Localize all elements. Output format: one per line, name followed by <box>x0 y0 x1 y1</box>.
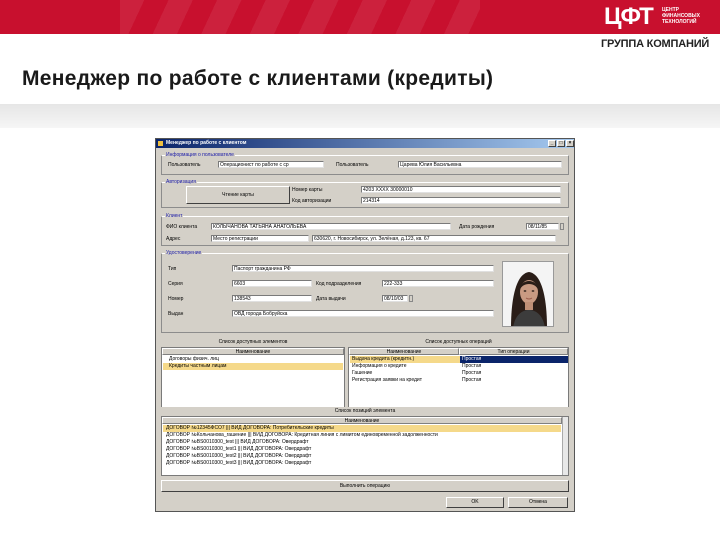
user-info-legend: Информация о пользователе <box>165 152 235 158</box>
close-button[interactable]: × <box>566 140 574 147</box>
accounts-list-caption: Список позиций элемента <box>161 407 569 415</box>
operation-name[interactable]: Информация о кредите <box>350 363 460 370</box>
issued-by-label: Выдан <box>168 311 184 317</box>
doc-type-field[interactable]: Паспорт гражданина РФ <box>232 265 494 272</box>
table-row[interactable]: ДОГОВОР №Кольчанова_гашение ||| ВИД ДОГО… <box>163 432 561 439</box>
operations-list-caption: Список доступных операций <box>348 338 569 346</box>
logo-text: ЦФТ <box>604 3 654 30</box>
series-field[interactable]: 6603 <box>232 280 312 287</box>
read-card-button[interactable]: Чтение карты <box>186 186 290 204</box>
maximize-button[interactable]: □ <box>557 140 565 147</box>
minimize-button[interactable]: _ <box>548 140 556 147</box>
operation-name[interactable]: Гашение <box>350 370 460 377</box>
issue-date-label: Дата выдачи <box>316 296 346 302</box>
execute-operation-button[interactable]: Выполнить операцию <box>161 480 569 492</box>
address-field[interactable]: 630620, г. Новосибирск, ул. Зелёная, д.1… <box>312 235 556 242</box>
table-row[interactable]: ДОГОВОР №BS0010300_test ||| ВИД ДОГОВОРА… <box>163 439 561 446</box>
operation-type[interactable]: Простая <box>460 377 568 384</box>
address-label: Адрес <box>166 236 181 242</box>
issue-date-field[interactable]: 08/10/03 <box>382 295 408 302</box>
client-legend: Клиент <box>165 213 184 219</box>
operation-name-selected[interactable]: Выдача кредита (кредитн.) <box>350 356 460 363</box>
page-title: Менеджер по работе с клиентами (кредиты) <box>22 67 494 90</box>
cft-logo: ЦФТ ЦЕНТР ФИНАНСОВЫХ ТЕХНОЛОГИЙ <box>604 4 714 32</box>
elements-list[interactable]: Наименование Договоры физич. лиц Кредиты… <box>161 347 345 413</box>
elements-list-caption: Список доступных элементов <box>161 338 345 346</box>
operations-name-header[interactable]: Наименование <box>349 348 459 355</box>
doc-type-label: Тип <box>168 266 177 272</box>
table-row-selected[interactable]: ДОГОВОР №12345ФСО7 ||| ВИД ДОГОВОРА: Пот… <box>163 425 561 432</box>
auth-code-field[interactable]: 214314 <box>361 197 561 204</box>
number-label: Номер <box>168 296 184 302</box>
number-field[interactable]: 138543 <box>232 295 312 302</box>
division-code-field[interactable]: 222-333 <box>382 280 494 287</box>
operation-type[interactable]: Простая <box>460 370 568 377</box>
list-item[interactable]: Договоры физич. лиц <box>163 356 343 363</box>
series-label: Серия <box>168 281 183 287</box>
issued-by-field[interactable]: ОВД города Бобруйска <box>232 310 494 317</box>
user-right-label: Пользователь <box>336 162 369 168</box>
logo-small-text: ЦЕНТР ФИНАНСОВЫХ ТЕХНОЛОГИЙ <box>662 7 714 25</box>
ok-button[interactable]: OK <box>446 497 504 508</box>
user-label: Пользователь <box>168 162 201 168</box>
cancel-button[interactable]: Отмена <box>508 497 568 508</box>
user-name-field[interactable]: Царева Юлия Васильевна <box>398 161 562 168</box>
client-manager-window: Менеджер по работе с клиентом _ □ × Инфо… <box>155 138 575 512</box>
fio-field[interactable]: КОЛЫЧАНОВА ТАТЬЯНА АНАТОЛЬЕВА <box>211 223 451 230</box>
operation-type[interactable]: Простая <box>460 363 568 370</box>
accounts-scrollbar[interactable] <box>562 417 568 475</box>
operations-list[interactable]: Наименование Тип операции Выдача кредита… <box>348 347 569 413</box>
user-role-field[interactable]: Операционист по работе с ср <box>218 161 324 168</box>
document-legend: Удостоверение <box>165 250 203 256</box>
app-icon <box>158 141 163 146</box>
title-underline-band <box>0 104 720 128</box>
client-photo <box>502 261 554 327</box>
auth-code-label: Код авторизации <box>292 198 332 204</box>
top-brand-bar: ЦФТ ЦЕНТР ФИНАНСОВЫХ ТЕХНОЛОГИЙ <box>0 0 720 34</box>
birth-date-label: Дата рождения <box>459 224 495 230</box>
table-row[interactable]: ДОГОВОР №BS0010300_test1 ||| ВИД ДОГОВОР… <box>163 446 561 453</box>
operation-type-selected[interactable]: Простая <box>460 356 568 363</box>
operations-type-header[interactable]: Тип операции <box>459 348 568 355</box>
brand-stripes <box>120 0 480 34</box>
elements-list-header[interactable]: Наименование <box>162 348 344 355</box>
birth-date-spinner[interactable] <box>560 223 564 230</box>
operation-name[interactable]: Регистрация заявки на кредит <box>350 377 460 384</box>
table-row[interactable]: ДОГОВОР №BS0010300_test3 ||| ВИД ДОГОВОР… <box>163 460 561 467</box>
window-title: Менеджер по работе с клиентом <box>166 140 247 146</box>
group-label: ГРУППА КОМПАНИЙ <box>601 38 710 50</box>
fio-label: ФИО клиента <box>166 224 198 230</box>
logo-line-3: ТЕХНОЛОГИЙ <box>662 19 697 25</box>
card-number-label: Номер карты <box>292 187 323 193</box>
window-title-bar[interactable]: Менеджер по работе с клиентом _ □ × <box>156 139 574 148</box>
table-row[interactable]: ДОГОВОР №BS0010300_test2 ||| ВИД ДОГОВОР… <box>163 453 561 460</box>
birth-date-field[interactable]: 08/11/85 <box>526 223 559 230</box>
issue-date-spinner[interactable] <box>409 295 413 302</box>
accounts-list[interactable]: Наименование ДОГОВОР №12345ФСО7 ||| ВИД … <box>161 416 569 476</box>
accounts-list-header[interactable]: Наименование <box>162 417 562 424</box>
address-type-field[interactable]: Место регистрации <box>211 235 309 242</box>
division-code-label: Код подразделения <box>316 281 362 287</box>
list-item-selected[interactable]: Кредиты частным лицам <box>163 363 343 370</box>
auth-legend: Авторизация <box>165 179 197 185</box>
card-number-field[interactable]: 4203 ХХХХ 30000010 <box>361 186 561 193</box>
